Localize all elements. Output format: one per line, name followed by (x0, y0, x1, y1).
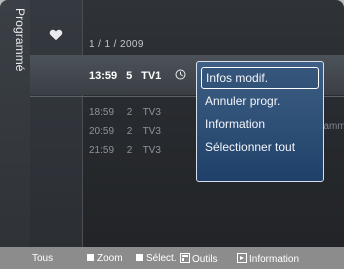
row-time: 18:59 (89, 107, 115, 118)
row-station: TV3 (142, 145, 161, 156)
schedule-row[interactable]: 18:59 2 TV3 (89, 107, 173, 118)
row-time: 21:59 (89, 145, 115, 156)
row-channel: 2 (126, 126, 133, 137)
schedule-row[interactable]: 21:59 2 TV3 (89, 145, 173, 156)
zoom-hint: Zoom (87, 253, 123, 264)
information-label: Information (249, 254, 300, 265)
schedule-panel: Programmé 1 / 1 / 2009 13:59 5 TV1 18:59… (0, 0, 344, 247)
menu-item-edit-info[interactable]: Infos modif. (201, 67, 319, 89)
select-key-icon (136, 254, 143, 261)
heart-icon (49, 29, 63, 41)
footer-legend: Tous Zoom Sélect. Outils Information (0, 247, 344, 269)
sidebar-tab[interactable]: Programmé (0, 0, 31, 247)
sidebar-label-wrap: Programmé (1, 8, 29, 148)
scheduled-list-screen: Programmé 1 / 1 / 2009 13:59 5 TV1 18:59… (0, 0, 344, 269)
selected-station: TV1 (141, 70, 162, 82)
options-popup: Infos modif. Annuler progr. Information … (196, 61, 324, 182)
zoom-key-icon (87, 254, 94, 261)
selected-channel: 5 (126, 70, 133, 82)
clock-small-icon (175, 69, 186, 80)
row-time: 20:59 (89, 126, 115, 137)
menu-item-information[interactable]: Information (201, 113, 319, 135)
row-channel: 2 (126, 107, 133, 118)
select-hint: Sélect. (136, 253, 177, 264)
row-channel: 2 (126, 145, 133, 156)
select-label: Sélect. (146, 253, 177, 264)
tools-hint: Outils (180, 253, 218, 265)
zoom-label: Zoom (97, 253, 123, 264)
schedule-row[interactable]: 20:59 2 TV3 (89, 126, 173, 137)
info-icon (237, 253, 247, 263)
tools-label: Outils (192, 254, 218, 265)
menu-item-select-all[interactable]: Sélectionner tout (201, 136, 319, 158)
selected-time: 13:59 (89, 70, 118, 82)
icon-column (30, 0, 83, 247)
date-header: 1 / 1 / 2009 (89, 39, 144, 50)
row-station: TV3 (142, 126, 161, 137)
menu-item-cancel-schedule[interactable]: Annuler progr. (201, 90, 319, 112)
selected-schedule-row[interactable]: 13:59 5 TV1 (89, 70, 179, 82)
info-hint: Information (237, 253, 299, 265)
row-station: TV3 (142, 107, 161, 118)
all-label: Tous (32, 253, 54, 264)
tools-icon (180, 253, 190, 263)
sidebar-label: Programmé (13, 8, 27, 72)
